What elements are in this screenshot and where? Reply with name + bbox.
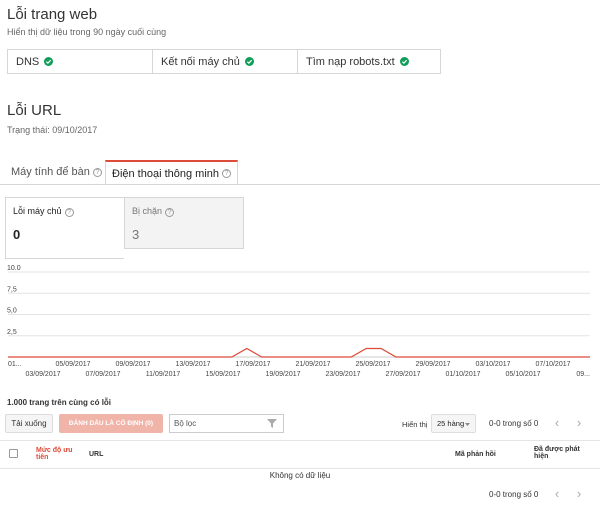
- x-tick-label: 09/09/2017: [115, 361, 150, 368]
- errors-chart: 10.0 7,5 5,0 2,5 01... 05/09/2017 09/09/2017 1…: [7, 265, 590, 378]
- x-tick-label: 29/09/2017: [415, 361, 450, 368]
- server-connectivity-status[interactable]: Kết nối máy chủ: [153, 50, 298, 73]
- y-tick-label: 5,0: [7, 308, 17, 315]
- rows-per-page-value: 25 hàng: [437, 419, 465, 428]
- prev-page-icon[interactable]: ‹: [548, 414, 566, 433]
- next-page-icon[interactable]: ›: [570, 414, 588, 433]
- chart-y-axis: 10.0 7,5 5,0 2,5: [7, 265, 21, 336]
- pagination-bottom: 0-0 trong số 0: [489, 490, 539, 499]
- robots-fetch-label: Tìm nạp robots.txt: [306, 55, 395, 68]
- url-errors-title: Lỗi URL: [7, 102, 62, 119]
- server-connectivity-label: Kết nối máy chủ: [161, 55, 240, 68]
- prev-page-icon[interactable]: ‹: [548, 485, 566, 504]
- tab-smartphone[interactable]: Điện thoại thông minh?: [105, 160, 239, 185]
- card-server-error[interactable]: Lỗi máy chủ? 0: [5, 197, 124, 259]
- check-icon: [44, 57, 54, 66]
- y-tick-label: 2,5: [7, 329, 17, 336]
- chart-grid: [8, 271, 590, 358]
- tab-divider: [0, 184, 600, 185]
- chart-series: [8, 347, 590, 358]
- help-icon[interactable]: ?: [92, 167, 102, 177]
- show-label: Hiển thị: [402, 420, 428, 429]
- column-url[interactable]: URL: [89, 451, 103, 458]
- table-top-divider: [0, 440, 600, 441]
- tab-desktop-label: Máy tính để bàn: [11, 166, 90, 178]
- filter-icon: [267, 419, 277, 428]
- check-icon: [244, 57, 254, 66]
- x-tick-label: 09...: [576, 371, 590, 378]
- dns-status[interactable]: DNS: [8, 50, 153, 73]
- check-icon: [399, 57, 409, 66]
- card-server-error-label: Lỗi máy chủ: [13, 206, 62, 216]
- chart-x-axis: 01... 05/09/2017 09/09/2017 13/09/2017 17/09…: [8, 361, 590, 378]
- download-button[interactable]: Tải xuống: [5, 414, 53, 433]
- table-empty-message: Không có dữ liệu: [269, 471, 331, 480]
- x-tick-label: 23/09/2017: [325, 371, 360, 378]
- card-server-error-count: 0: [13, 227, 21, 242]
- chevron-down-icon: [465, 423, 470, 426]
- x-tick-label: 03/09/2017: [25, 371, 60, 378]
- table-header-divider: [0, 468, 600, 469]
- select-all-checkbox[interactable]: [9, 449, 18, 458]
- site-errors-title: Lỗi trang web: [7, 6, 98, 23]
- site-errors-status-bar: DNS Kết nối máy chủ Tìm nạp robots.txt: [7, 49, 441, 74]
- x-tick-label: 27/09/2017: [385, 371, 420, 378]
- x-tick-label: 05/09/2017: [55, 361, 90, 368]
- dns-label: DNS: [16, 55, 40, 68]
- url-errors-status: Trạng thái: 09/10/2017: [7, 125, 98, 135]
- robots-fetch-status[interactable]: Tìm nạp robots.txt: [298, 50, 440, 73]
- filter-input[interactable]: Bộ lọc: [169, 414, 284, 433]
- y-tick-label: 10.0: [7, 265, 21, 272]
- rows-per-page-select[interactable]: 25 hàng: [431, 414, 476, 433]
- column-detected[interactable]: Đã được phát hiện: [534, 446, 588, 460]
- x-tick-label: 25/09/2017: [355, 361, 390, 368]
- x-tick-label: 07/10/2017: [535, 361, 570, 368]
- column-response-code[interactable]: Mã phản hồi: [455, 451, 496, 458]
- site-errors-subtitle: Hiển thị dữ liệu trong 90 ngày cuối cùng: [7, 27, 167, 37]
- x-tick-label: 01...: [8, 361, 22, 368]
- x-tick-label: 05/10/2017: [505, 371, 540, 378]
- help-icon[interactable]: ?: [222, 169, 232, 178]
- next-page-icon[interactable]: ›: [570, 485, 588, 504]
- pagination-top: 0-0 trong số 0: [489, 419, 539, 428]
- x-tick-label: 03/10/2017: [475, 361, 510, 368]
- card-blocked-label: Bị chặn: [132, 206, 163, 216]
- series-line: [8, 347, 590, 358]
- column-priority[interactable]: Mức độ ưu tiên: [36, 447, 80, 461]
- x-tick-label: 11/09/2017: [146, 371, 181, 378]
- table-summary: 1.000 trang trên cùng có lỗi: [7, 398, 112, 407]
- x-tick-label: 07/09/2017: [85, 371, 120, 378]
- x-tick-label: 17/09/2017: [235, 361, 270, 368]
- help-icon[interactable]: ?: [165, 208, 175, 217]
- help-icon[interactable]: ?: [64, 208, 74, 217]
- x-tick-label: 19/09/2017: [265, 371, 300, 378]
- card-blocked-count: 3: [132, 227, 140, 242]
- tab-smartphone-label: Điện thoại thông minh: [112, 167, 220, 180]
- x-tick-label: 13/09/2017: [175, 361, 210, 368]
- card-blocked[interactable]: Bị chặn? 3: [124, 197, 244, 249]
- x-tick-label: 21/09/2017: [295, 361, 330, 368]
- x-tick-label: 01/10/2017: [445, 371, 480, 378]
- tab-desktop[interactable]: Máy tính để bàn?: [5, 160, 108, 184]
- y-tick-label: 7,5: [7, 286, 17, 293]
- filter-placeholder: Bộ lọc: [174, 419, 197, 428]
- mark-as-fixed-button[interactable]: ĐÁNH DẤU LÀ CỐ ĐỊNH (0): [59, 414, 163, 433]
- x-tick-label: 15/09/2017: [205, 371, 240, 378]
